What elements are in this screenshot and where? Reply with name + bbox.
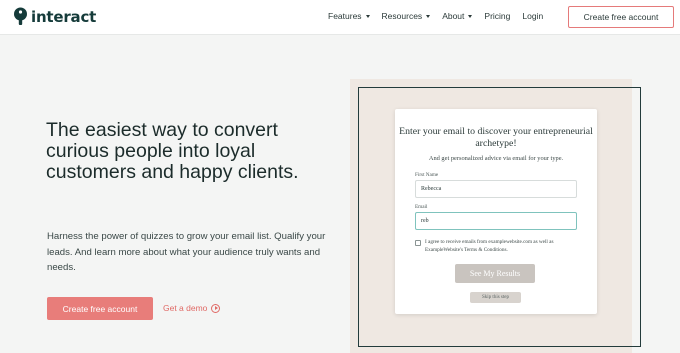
caret-down-icon bbox=[365, 14, 370, 18]
nav-item-about[interactable]: About bbox=[442, 11, 473, 21]
nav-item-features[interactable]: Features bbox=[328, 11, 370, 21]
hero-title: The easiest way to convert curious peopl… bbox=[46, 119, 299, 183]
nav-item-resources[interactable]: Resources bbox=[382, 11, 431, 21]
get-a-demo-link[interactable]: Get a demo bbox=[163, 303, 221, 313]
nav-item-label: Login bbox=[522, 11, 544, 21]
caret-down-icon bbox=[468, 14, 473, 18]
form-title: Enter your email to discover your entrep… bbox=[399, 126, 593, 149]
form-subtitle: And get personalized advice via email fo… bbox=[428, 155, 564, 162]
first-name-label: First Name bbox=[415, 172, 439, 178]
play-circle-icon bbox=[211, 303, 221, 313]
logo-text: interact bbox=[31, 7, 97, 26]
interact-logo-icon bbox=[13, 7, 28, 26]
consent-text: I agree to receive emails from examplewe… bbox=[425, 239, 554, 253]
email-field[interactable]: reb bbox=[415, 212, 577, 230]
nav-item-label: About bbox=[442, 11, 465, 21]
hero-subtitle: Harness the power of quizzes to grow you… bbox=[47, 231, 326, 273]
nav-item-pricing[interactable]: Pricing bbox=[484, 11, 510, 21]
top-navbar: interact Features Resources About Pricin… bbox=[0, 0, 680, 35]
caret-down-icon bbox=[426, 14, 431, 18]
nav-item-label: Features bbox=[328, 11, 362, 21]
create-free-account-button[interactable]: Create free account bbox=[47, 297, 153, 320]
quiz-lead-form-card: Enter your email to discover your entrep… bbox=[395, 109, 597, 314]
logo[interactable]: interact bbox=[13, 7, 96, 26]
get-a-demo-label: Get a demo bbox=[163, 303, 208, 313]
nav-item-login[interactable]: Login bbox=[522, 11, 543, 21]
nav-create-account-button[interactable]: Create free account bbox=[568, 6, 674, 28]
nav-item-label: Resources bbox=[381, 11, 423, 21]
email-label: Email bbox=[415, 204, 428, 210]
nav-links: Features Resources About Pricing Login bbox=[328, 11, 555, 21]
see-my-results-button[interactable]: See My Results bbox=[455, 264, 535, 283]
nav-item-label: Pricing bbox=[484, 11, 511, 21]
skip-step-button[interactable]: Skip this step bbox=[470, 292, 521, 303]
consent-checkbox[interactable] bbox=[415, 240, 421, 246]
first-name-field[interactable]: Rebecca bbox=[415, 180, 577, 198]
